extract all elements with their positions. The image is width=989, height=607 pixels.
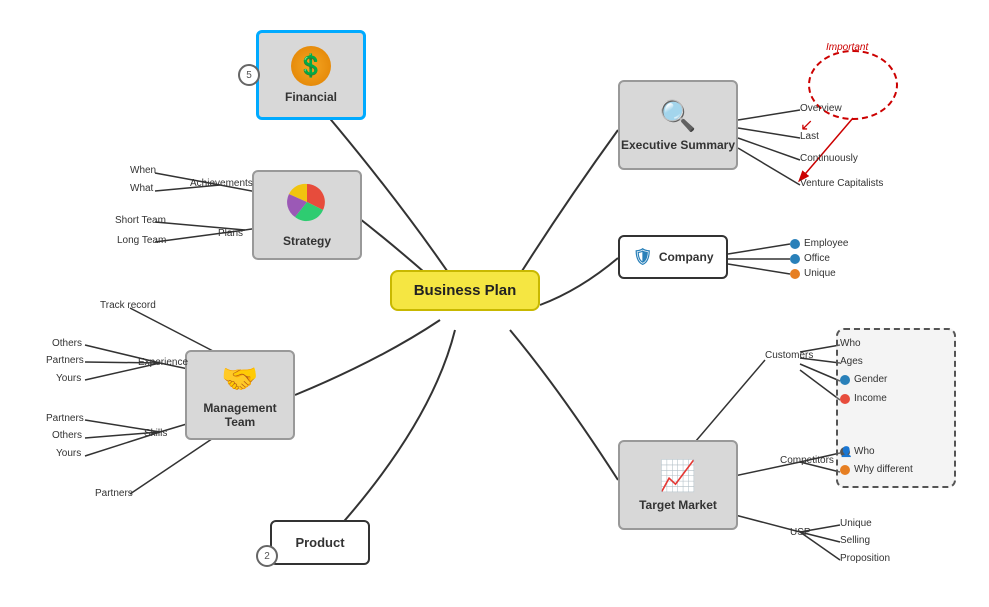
mgmt-others1: Others <box>52 338 82 349</box>
financial-label: Financial <box>285 90 337 104</box>
financial-num-circle: 5 <box>238 64 260 86</box>
central-node[interactable]: Business Plan <box>390 270 540 311</box>
strategy-long: Long Team <box>117 235 166 246</box>
strategy-label: Strategy <box>283 234 331 248</box>
management-icon: 🤝 <box>221 362 258 397</box>
company-office: Office <box>790 253 830 264</box>
strategy-plans: Plans <box>218 228 243 239</box>
management-label: Management Team <box>187 401 293 429</box>
mgmt-experience: Experience <box>138 357 188 368</box>
mgmt-track: Track record <box>100 300 156 311</box>
exec-overview: Overview <box>800 103 842 114</box>
financial-node[interactable]: 💲 Financial <box>256 30 366 120</box>
management-node[interactable]: 🤝 Management Team <box>185 350 295 440</box>
dot-blue2 <box>790 254 800 264</box>
executive-label: Executive Summary <box>621 138 735 152</box>
target-ages: Ages <box>840 356 863 367</box>
dot-user: 👤 <box>840 447 850 457</box>
target-who2: 👤 Who <box>840 446 875 457</box>
mgmt-yours1: Yours <box>56 373 81 384</box>
dot-blue1 <box>790 239 800 249</box>
target-selling: Selling <box>840 535 870 546</box>
mgmt-others2: Others <box>52 430 82 441</box>
target-who1: Who <box>840 338 861 349</box>
product-num-circle: 2 <box>256 545 278 567</box>
usp-label: USP <box>790 527 811 538</box>
mgmt-yours2: Yours <box>56 448 81 459</box>
company-node[interactable]: 🛡 Company <box>618 235 728 279</box>
company-unique: Unique <box>790 268 836 279</box>
customers-label: Customers <box>765 350 813 361</box>
target-income: Income <box>840 393 887 404</box>
dot-orange1 <box>790 269 800 279</box>
mgmt-partners2: Partners <box>46 413 84 424</box>
target-unique: Unique <box>840 518 872 529</box>
mindmap-canvas: Business Plan 💲 Financial 5 Strategy Ach… <box>0 0 989 607</box>
annotation-arrow: ↙ <box>800 115 813 135</box>
executive-icon: 🔍 <box>659 99 696 134</box>
mgmt-partners1: Partners <box>46 355 84 366</box>
financial-icon: 💲 <box>291 46 331 86</box>
competitors-label: Competitors <box>780 455 834 466</box>
strategy-what: What <box>130 183 153 194</box>
strategy-short: Short Team <box>115 215 166 226</box>
company-employee: Employee <box>790 238 848 249</box>
target-icon: 📈 <box>659 459 696 494</box>
dot-blue3 <box>840 375 850 385</box>
mgmt-partners3: Partners <box>95 488 133 499</box>
exec-continuously: Continuously <box>800 153 858 164</box>
product-node[interactable]: Product <box>270 520 370 565</box>
target-node[interactable]: 📈 Target Market <box>618 440 738 530</box>
company-label: Company <box>659 250 714 264</box>
strategy-achievements: Achievements <box>190 178 253 189</box>
strategy-icon <box>287 182 327 230</box>
mgmt-skills: Skills <box>144 428 167 439</box>
target-gender: Gender <box>840 374 887 385</box>
exec-venture: Venture Capitalists <box>800 178 883 189</box>
strategy-when: When <box>130 165 156 176</box>
executive-node[interactable]: 🔍 Executive Summary <box>618 80 738 170</box>
dot-orange2 <box>840 465 850 475</box>
target-proposition: Proposition <box>840 553 890 564</box>
central-label: Business Plan <box>414 282 517 299</box>
target-whydiff: Why different <box>840 464 913 475</box>
important-label: Important <box>826 42 868 53</box>
product-label: Product <box>295 535 344 550</box>
dot-red1 <box>840 394 850 404</box>
target-label: Target Market <box>639 498 717 512</box>
company-icon: 🛡 <box>633 247 653 267</box>
strategy-node[interactable]: Strategy <box>252 170 362 260</box>
